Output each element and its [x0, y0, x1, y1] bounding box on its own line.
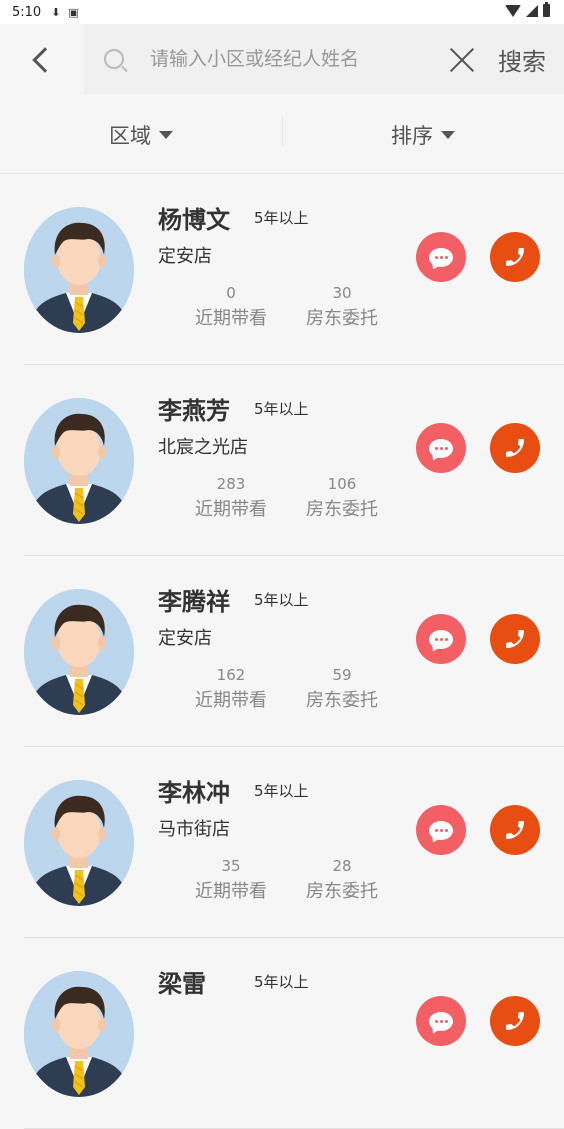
status-time: 5:10: [12, 4, 42, 20]
phone-icon: [506, 821, 524, 839]
stat-viewings: 283 近期带看: [186, 475, 276, 521]
stat-entrusts: [297, 1048, 387, 1050]
stat-entrusts-label: 房东委托: [306, 690, 378, 711]
avatar: [24, 589, 134, 715]
search-input[interactable]: [150, 48, 430, 70]
agent-avatar-icon: [24, 207, 134, 333]
search-icon: [104, 49, 124, 69]
notification-icon: ▣: [68, 5, 79, 19]
stat-viewings-label: 近期带看: [195, 881, 267, 902]
stat-viewings-value: 283: [216, 475, 246, 493]
chat-icon: [429, 438, 453, 458]
stat-viewings-value: 0: [226, 284, 236, 302]
chat-icon: [429, 629, 453, 649]
search-header: 搜索: [0, 24, 564, 96]
stat-entrusts-label: 房东委托: [306, 308, 378, 329]
stat-entrusts: 28 房东委托: [297, 857, 387, 903]
avatar: [24, 398, 134, 524]
stat-entrusts-label: 房东委托: [306, 499, 378, 520]
caret-down-icon: [159, 130, 173, 139]
stat-viewings: [186, 1048, 276, 1050]
phone-icon: [506, 248, 524, 266]
stat-entrusts-value: 28: [332, 857, 352, 875]
agent-card[interactable]: 梁雷 5年以上: [0, 938, 564, 1129]
filter-region-label: 区域: [109, 123, 151, 148]
status-bar: 5:10 ⬇ ▣: [0, 0, 564, 24]
agent-card[interactable]: 杨博文 5年以上 定安店 0 近期带看 30 房东委托: [0, 174, 564, 365]
agent-avatar-icon: [24, 971, 134, 1097]
filter-bar: 区域 排序: [0, 96, 564, 174]
agent-avatar-icon: [24, 780, 134, 906]
chat-icon: [429, 1011, 453, 1031]
agent-card[interactable]: 李腾祥 5年以上 定安店 162 近期带看 59 房东委托: [0, 556, 564, 747]
agent-name: 梁雷: [158, 970, 206, 998]
agent-name: 李林冲: [158, 779, 230, 807]
back-button[interactable]: [0, 24, 82, 96]
status-icons: [505, 2, 550, 17]
agent-card[interactable]: 李燕芳 5年以上 北宸之光店 283 近期带看 106 房东委托: [0, 365, 564, 556]
agent-list: 杨博文 5年以上 定安店 0 近期带看 30 房东委托 李燕芳 5年以上 北宸之…: [0, 174, 564, 1129]
signal-icon: [526, 4, 538, 17]
stat-entrusts-value: 59: [332, 666, 352, 684]
avatar: [24, 971, 134, 1097]
chat-button[interactable]: [416, 423, 466, 473]
stat-entrusts: 30 房东委托: [297, 284, 387, 330]
stat-viewings-label: 近期带看: [195, 308, 267, 329]
call-button[interactable]: [490, 805, 540, 855]
agent-years: 5年以上: [254, 400, 309, 418]
call-button[interactable]: [490, 423, 540, 473]
agent-avatar-icon: [24, 589, 134, 715]
filter-region[interactable]: 区域: [0, 120, 282, 150]
chat-icon: [429, 820, 453, 840]
chat-button[interactable]: [416, 232, 466, 282]
stat-viewings: 162 近期带看: [186, 666, 276, 712]
filter-sort[interactable]: 排序: [282, 120, 564, 150]
agent-store: 北宸之光店: [158, 437, 248, 458]
phone-icon: [506, 439, 524, 457]
avatar: [24, 207, 134, 333]
stat-viewings-label: 近期带看: [195, 690, 267, 711]
stat-entrusts-label: 房东委托: [306, 881, 378, 902]
agent-store: 定安店: [158, 246, 212, 267]
divider: [282, 116, 283, 146]
caret-down-icon: [441, 130, 455, 139]
stat-entrusts-value: 30: [332, 284, 352, 302]
agent-name: 李燕芳: [158, 397, 230, 425]
agent-avatar-icon: [24, 398, 134, 524]
agent-name: 杨博文: [158, 206, 230, 234]
phone-icon: [506, 1012, 524, 1030]
stat-viewings: 0 近期带看: [186, 284, 276, 330]
agent-store: 马市街店: [158, 819, 230, 840]
agent-years: 5年以上: [254, 209, 309, 227]
wifi-icon: [505, 4, 521, 17]
download-icon: ⬇: [51, 5, 61, 19]
battery-icon: [543, 2, 550, 17]
agent-store: 定安店: [158, 628, 212, 649]
call-button[interactable]: [490, 614, 540, 664]
stat-viewings-value: 35: [221, 857, 241, 875]
filter-sort-label: 排序: [391, 123, 433, 148]
chevron-left-icon: [32, 47, 58, 73]
close-icon[interactable]: [448, 46, 476, 74]
agent-years: 5年以上: [254, 782, 309, 800]
search-box: 搜索: [84, 24, 564, 94]
chat-button[interactable]: [416, 614, 466, 664]
search-button[interactable]: 搜索: [498, 42, 546, 77]
agent-name: 李腾祥: [158, 588, 230, 616]
avatar: [24, 780, 134, 906]
phone-icon: [506, 630, 524, 648]
chat-button[interactable]: [416, 805, 466, 855]
agent-years: 5年以上: [254, 973, 309, 991]
stat-entrusts: 106 房东委托: [297, 475, 387, 521]
stat-entrusts-value: 106: [327, 475, 357, 493]
agent-years: 5年以上: [254, 591, 309, 609]
agent-card[interactable]: 李林冲 5年以上 马市街店 35 近期带看 28 房东委托: [0, 747, 564, 938]
stat-viewings-value: 162: [216, 666, 246, 684]
stat-viewings-label: 近期带看: [195, 499, 267, 520]
stat-viewings: 35 近期带看: [186, 857, 276, 903]
chat-icon: [429, 247, 453, 267]
stat-entrusts: 59 房东委托: [297, 666, 387, 712]
call-button[interactable]: [490, 232, 540, 282]
